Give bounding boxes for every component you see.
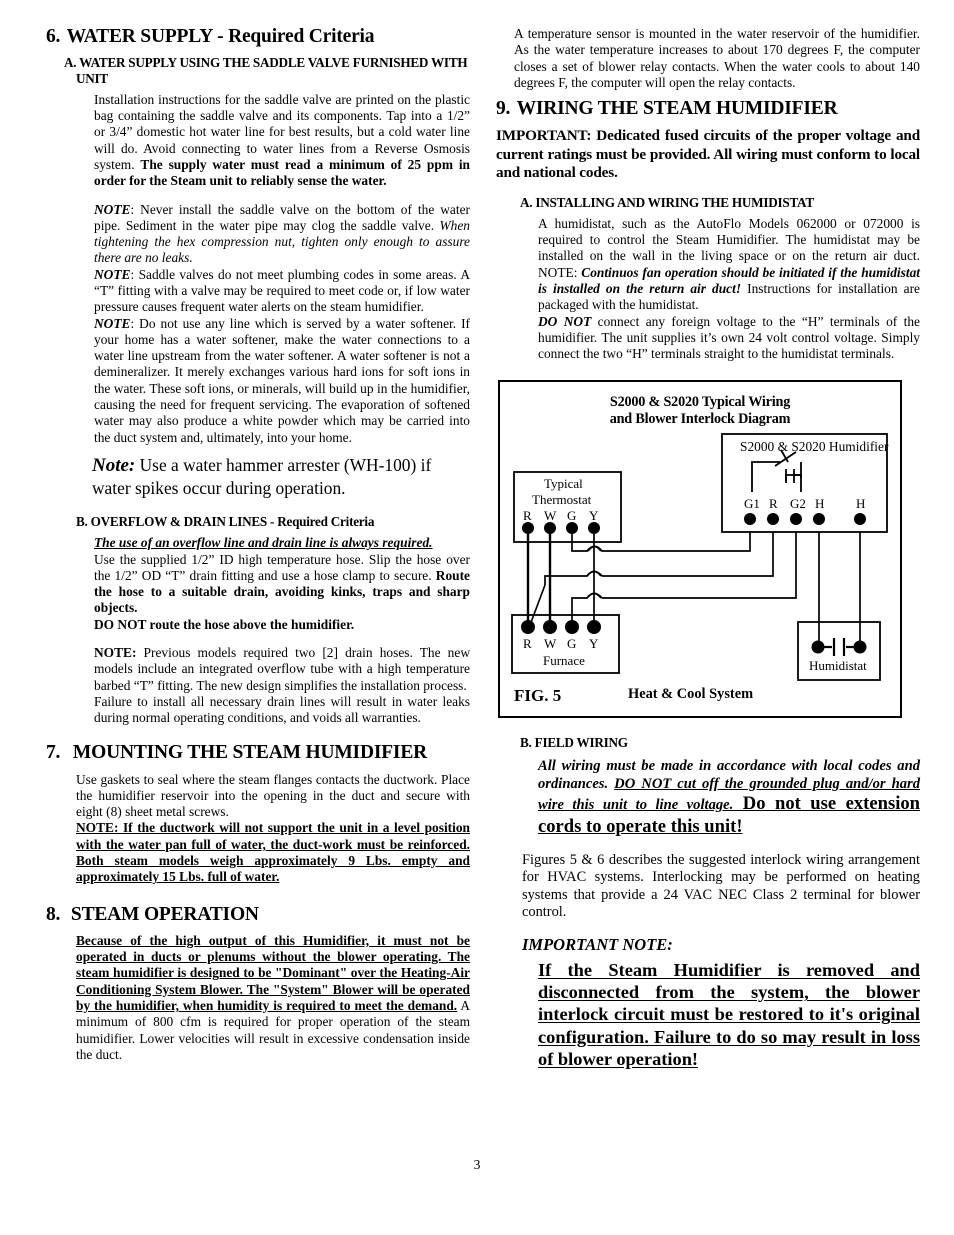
section-7-note: NOTE: If the ductwork will not support t… — [46, 820, 470, 885]
thermostat-box-label-line2: Thermostat — [532, 492, 592, 508]
humidistat-do-not-text: connect any foreign voltage to the “H” t… — [538, 313, 920, 362]
section-9-important: IMPORTANT: Dedicated fused circuits of t… — [496, 127, 920, 181]
wire-routing — [529, 529, 861, 648]
section-6b-subheading: B. OVERFLOW & DRAIN LINES - Required Cri… — [76, 514, 375, 530]
relay-coil-symbol — [785, 469, 802, 484]
document-page: 6. WATER SUPPLY - Required Criteria A. W… — [0, 0, 954, 1235]
section-7-heading: 7. MOUNTING THE STEAM HUMIDIFIER — [46, 742, 470, 764]
page-number: 3 — [473, 1157, 481, 1172]
furnace-terminal-w: W — [544, 636, 557, 652]
section-7-paragraph: Use gaskets to seal where the steam flan… — [76, 771, 470, 820]
humidistat-paragraph: A humidistat, such as the AutoFlo Models… — [496, 216, 920, 314]
note-1-label: NOTE — [94, 201, 131, 217]
drain-do-not-text: DO NOT route the hose above the humidifi… — [94, 616, 355, 632]
section-7-number: 7. — [46, 742, 61, 764]
humidifier-terminal-r: R — [769, 496, 778, 512]
section-7-title: MOUNTING THE STEAM HUMIDIFIER — [72, 742, 428, 764]
note-2-label: NOTE — [94, 266, 131, 282]
section-6-title: WATER SUPPLY - Required Criteria — [66, 26, 375, 47]
furnace-terminal-y: Y — [589, 636, 599, 652]
section-6a-paragraph: Installation instructions for the saddle… — [46, 92, 470, 190]
field-wiring-paragraph: All wiring must be made in accordance wi… — [496, 758, 920, 838]
humidifier-box-label: S2000 & S2020 Humidifier — [740, 439, 889, 455]
section-6-number: 6. — [46, 26, 61, 47]
left-column: 6. WATER SUPPLY - Required Criteria A. W… — [46, 26, 470, 1063]
drain-hose-plain: Use the supplied 1/2” ID high temperatur… — [94, 551, 470, 583]
section-6-heading: 6. WATER SUPPLY - Required Criteria — [46, 26, 470, 48]
thermostat-terminal-w: W — [544, 508, 557, 524]
note-2: NOTE: Saddle valves do not meet plumbing… — [46, 267, 470, 316]
thermostat-terminal-r: R — [523, 508, 532, 524]
note-2-text: : Saddle valves do not meet plumbing cod… — [94, 266, 470, 315]
figure-number-label: FIG. 5 — [514, 686, 562, 706]
drain-failure-text: Failure to install all necessary drain l… — [94, 693, 470, 726]
furnace-terminal-g: G — [567, 636, 577, 652]
drain-note: NOTE: Previous models required two [2] d… — [46, 645, 470, 694]
note-3-text: : Do not use any line which is served by… — [94, 315, 470, 445]
important-note-label: IMPORTANT NOTE: — [522, 934, 673, 954]
humidifier-terminal-h1: H — [815, 496, 825, 512]
figures-reference-paragraph: Figures 5 & 6 describes the suggested in… — [522, 851, 920, 921]
thermostat-terminal-y: Y — [589, 508, 599, 524]
drain-failure-note: Failure to install all necessary drain l… — [46, 694, 470, 727]
note-3: NOTE: Do not use any line which is serve… — [46, 316, 470, 446]
section-8-paragraph: Because of the high output of this Humid… — [46, 933, 470, 1063]
section-9-title: WIRING THE STEAM HUMIDIFIER — [516, 98, 838, 120]
humidifier-terminal-g2: G2 — [790, 496, 806, 512]
overflow-requirement: The use of an overflow line and drain li… — [46, 535, 470, 551]
section-6a-subheading: A. WATER SUPPLY USING THE SADDLE VALVE F… — [64, 55, 468, 87]
water-hammer-note-label: Note: — [92, 454, 136, 476]
drain-do-not: DO NOT route the hose above the humidifi… — [46, 617, 470, 633]
humidistat-do-not-label: DO NOT — [538, 313, 592, 329]
drain-note-text: Previous models required two [2] drain h… — [94, 645, 470, 693]
section-9-number: 9. — [496, 98, 511, 120]
thermostat-terminal-g: G — [567, 508, 577, 524]
water-hammer-note-text: Use a water hammer arrester (WH-100) if … — [92, 454, 432, 498]
thermostat-box-label-line1: Typical — [544, 476, 583, 492]
humidistat-box-label: Humidistat — [809, 658, 867, 674]
humidistat-do-not-paragraph: DO NOT connect any foreign voltage to th… — [496, 314, 920, 363]
two-column-layout: 6. WATER SUPPLY - Required Criteria A. W… — [46, 26, 920, 1070]
furnace-terminal-r: R — [523, 636, 532, 652]
section-8-number: 8. — [46, 903, 61, 925]
section-8-heading: 8. STEAM OPERATION — [46, 904, 470, 926]
note-3-label: NOTE — [94, 315, 131, 331]
right-column: A temperature sensor is mounted in the w… — [496, 26, 920, 1070]
furnace-box-label: Furnace — [543, 653, 585, 669]
water-hammer-note: Note: Use a water hammer arrester (WH-10… — [46, 455, 470, 499]
section-9b-subheading: B. FIELD WIRING — [520, 735, 628, 751]
drain-note-label: NOTE: — [94, 645, 137, 661]
section-8-bold-underline: Because of the high output of this Humid… — [76, 932, 470, 1013]
section-8-title: STEAM OPERATION — [70, 903, 259, 925]
section-7-note-text: NOTE: If the ductwork will not support t… — [76, 820, 470, 885]
note-1-text: : Never install the saddle valve on the … — [94, 201, 470, 233]
humidifier-terminal-h2: H — [856, 496, 866, 512]
temperature-sensor-paragraph: A temperature sensor is mounted in the w… — [514, 26, 920, 90]
section-9-heading: 9. WIRING THE STEAM HUMIDIFIER — [496, 98, 920, 120]
section-6a-paragraph-bold: The supply water must read a minimum of … — [94, 157, 470, 189]
figure-5-wiring-diagram: S2000 & S2020 Typical Wiring and Blower … — [498, 380, 902, 719]
wire-bundle — [526, 529, 552, 628]
drain-hose-paragraph: Use the supplied 1/2” ID high temperatur… — [46, 552, 470, 617]
humidifier-terminal-g1: G1 — [744, 496, 760, 512]
note-1: NOTE: Never install the saddle valve on … — [46, 202, 470, 267]
figure-system-label: Heat & Cool System — [628, 686, 754, 703]
important-note-warning: If the Steam Humidifier is removed and d… — [538, 959, 920, 1069]
overflow-requirement-text: The use of an overflow line and drain li… — [94, 535, 433, 551]
section-9a-subheading: A. INSTALLING AND WIRING THE HUMIDISTAT — [520, 195, 814, 211]
